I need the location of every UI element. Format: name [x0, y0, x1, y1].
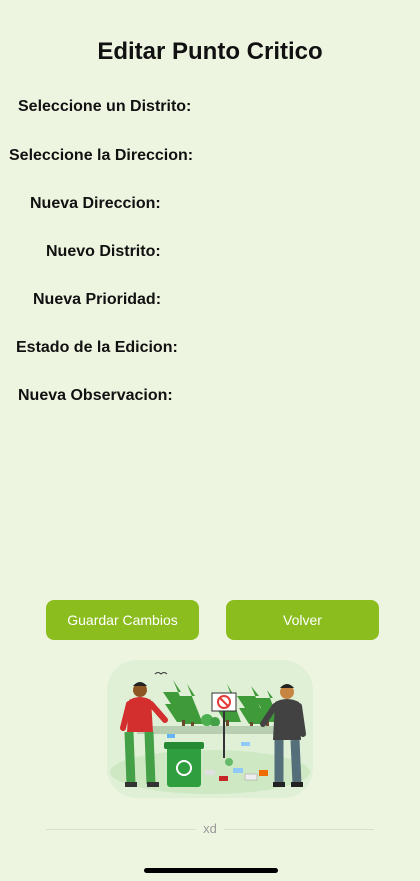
direccion-label: Seleccione la Direccion:: [9, 147, 194, 164]
save-changes-button[interactable]: Guardar Cambios: [46, 600, 199, 640]
home-indicator[interactable]: [144, 868, 278, 873]
recycling-illustration-icon: [107, 660, 313, 798]
footer-text: xd: [203, 821, 217, 836]
distrito-label: Seleccione un Distrito:: [18, 98, 192, 115]
estado-edicion-label: Estado de la Edicion:: [16, 339, 178, 356]
nueva-observacion-label: Nueva Observacion:: [18, 387, 173, 404]
page-title: Editar Punto Critico: [97, 38, 323, 65]
nueva-direccion-label: Nueva Direccion:: [30, 195, 161, 212]
nueva-prioridad-label: Nueva Prioridad:: [33, 291, 162, 308]
back-button[interactable]: Volver: [226, 600, 379, 640]
nuevo-distrito-label: Nuevo Distrito:: [46, 243, 161, 260]
